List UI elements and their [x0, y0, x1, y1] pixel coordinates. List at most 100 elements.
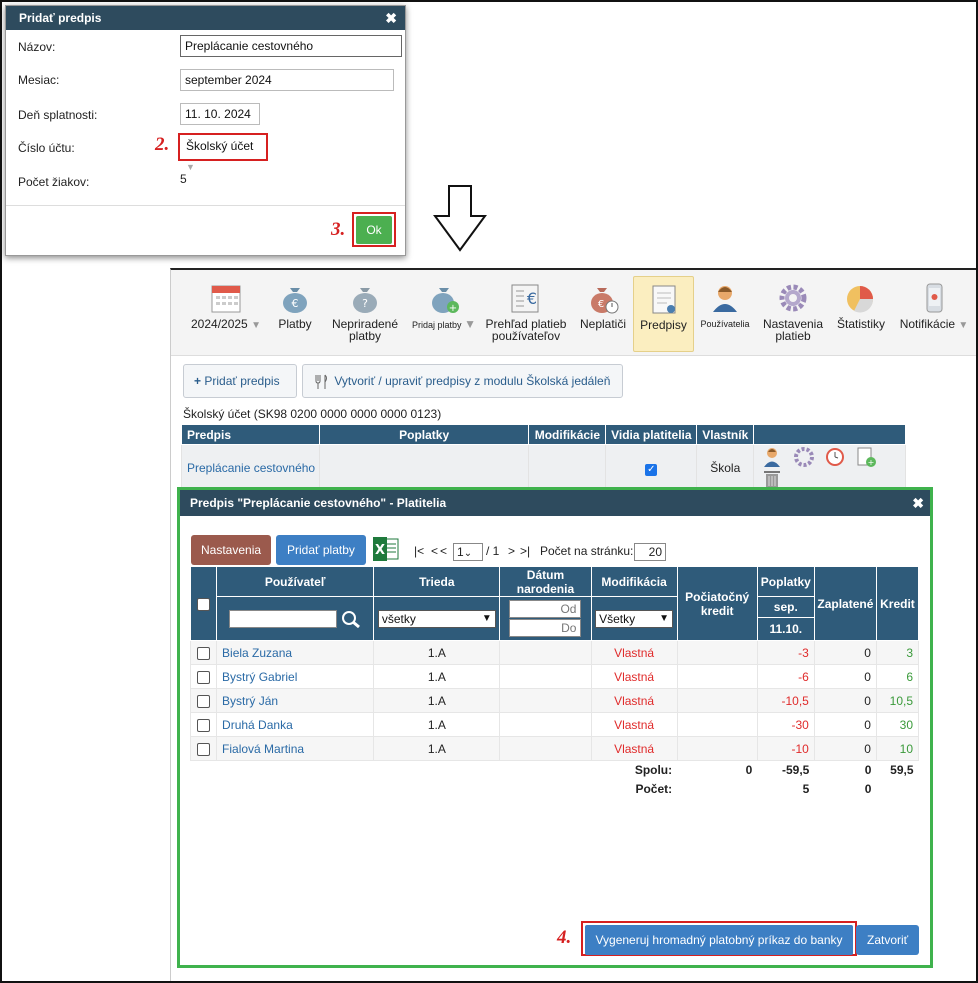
clock-icon[interactable] — [824, 446, 846, 468]
toolbar-overview[interactable]: € Prehľad platieb používateľov — [483, 276, 569, 352]
toolbar-unassigned[interactable]: ? Nepriradené platby — [325, 276, 405, 352]
step-2-annotation: 2. — [155, 134, 170, 155]
modification-filter-select[interactable]: Všetky ▼ — [595, 609, 674, 628]
user-link[interactable]: Bystrý Ján — [222, 694, 278, 708]
chevron-down-icon: ⌄ — [463, 548, 473, 559]
row-checkbox[interactable] — [197, 670, 211, 684]
due-date-label: Deň splatnosti: — [18, 108, 98, 122]
toolbar-payment-settings[interactable]: Nastavenia platieb — [761, 276, 825, 352]
user-link[interactable]: Druhá Danka — [222, 718, 293, 732]
pager-last[interactable]: >| — [520, 544, 530, 558]
toolbar-payments[interactable]: € Platby — [271, 276, 319, 352]
ok-button[interactable]: Ok — [356, 216, 392, 244]
owner-cell: Škola — [696, 444, 755, 492]
toolbar-notifications[interactable]: Notifikácie ▼ — [897, 276, 971, 352]
pager-next[interactable]: > — [508, 544, 515, 558]
document-icon — [652, 285, 675, 314]
fee-cell: -3 — [756, 640, 815, 665]
account-select[interactable]: Školský účet ▼ — [182, 136, 264, 172]
fee-cell: -10,5 — [756, 688, 815, 713]
account-select-value: Školský účet — [186, 139, 254, 153]
table-row: Fialová Martina 1.A Vlastná -10 0 10 — [189, 736, 920, 761]
svg-text:?: ? — [362, 297, 368, 310]
paid-cell: 0 — [813, 664, 877, 689]
date-from-input[interactable]: Od — [509, 600, 582, 618]
add-prescription-label: Pridať predpis — [204, 374, 280, 388]
pager-first[interactable]: |< — [414, 544, 424, 558]
payers-dialog: Predpis "Preplácanie cestovného" - Plati… — [177, 487, 933, 968]
toolbar-year[interactable]: 2024/2025 ▼ — [185, 276, 267, 352]
user-link[interactable]: Bystrý Gabriel — [222, 670, 297, 684]
close-icon[interactable]: ✖ — [912, 490, 924, 516]
close-button[interactable]: Zatvoriť — [856, 925, 920, 955]
dialog-divider — [6, 205, 405, 206]
chevron-down-icon: ▼ — [186, 162, 195, 172]
fee-cell: -30 — [756, 712, 815, 737]
calendar-icon — [211, 285, 241, 313]
modification-cell: Vlastná — [590, 664, 678, 689]
class-filter-select[interactable]: všetky ▼ — [377, 609, 496, 628]
select-all-checkbox[interactable] — [197, 597, 211, 611]
fee-cell: -6 — [756, 664, 815, 689]
user-link[interactable]: Fialová Martina — [222, 742, 304, 756]
main-toolbar: 2024/2025 ▼ € Platby ? Nepriradené platb… — [171, 270, 978, 356]
money-bag-question-icon: ? — [353, 288, 377, 313]
svg-text:€: € — [527, 289, 537, 308]
students-label: Počet žiakov: — [18, 175, 90, 189]
toolbar-statistics[interactable]: Štatistiky — [833, 276, 889, 352]
toolbar-payments-label: Platby — [278, 317, 312, 331]
add-payments-button[interactable]: Pridať platby — [276, 535, 366, 565]
per-page-input[interactable]: 20 — [634, 543, 666, 561]
col-actions — [753, 424, 906, 445]
due-date-input[interactable]: 11. 10. 2024 — [180, 103, 260, 125]
pager-prev-prev[interactable]: < — [431, 544, 438, 558]
table-row: Biela Zuzana 1.A Vlastná -3 0 3 — [189, 640, 920, 665]
month-input[interactable]: september 2024 — [180, 69, 394, 91]
row-checkbox[interactable] — [197, 646, 211, 660]
row-checkbox[interactable] — [197, 694, 211, 708]
excel-icon[interactable]: X — [372, 536, 400, 562]
prescription-link[interactable]: Preplácanie cestovného — [187, 461, 315, 475]
totals-initial: 0 — [677, 760, 758, 780]
pie-chart-icon — [847, 286, 874, 313]
totals-paid: 0 — [814, 760, 877, 780]
row-checkbox[interactable] — [197, 742, 211, 756]
toolbar-add-payments-label: Pridaj platby — [412, 320, 462, 330]
user-link[interactable]: Biela Zuzana — [222, 646, 292, 660]
counts-fee: 5 — [757, 779, 815, 799]
add-prescription-button[interactable]: + Pridať predpis — [183, 364, 297, 398]
name-input[interactable]: Preplácanie cestovného — [180, 35, 402, 57]
generate-bank-order-button[interactable]: Vygeneruj hromadný platobný príkaz do ba… — [585, 925, 853, 955]
visible-checkbox[interactable]: ✓ — [645, 463, 658, 476]
page-select[interactable]: 1⌄ — [453, 543, 483, 561]
col-user: Používateľ — [216, 566, 375, 597]
step-4-annotation: 4. — [557, 927, 572, 948]
toolbar-prescriptions[interactable]: Predpisy — [633, 276, 694, 352]
credit-cell: 10,5 — [875, 688, 920, 713]
prescriptions-table: Predpis Poplatky Modifikácie Vidia plati… — [181, 424, 906, 492]
col-class: Trieda — [373, 566, 501, 597]
modification-cell: Vlastná — [590, 688, 678, 713]
col-fees: Poplatky — [318, 424, 530, 445]
paid-cell: 0 — [813, 736, 877, 761]
toolbar-users[interactable]: Používatelia — [697, 276, 753, 352]
pager-prev[interactable]: < — [440, 544, 447, 558]
toolbar-nonpayers[interactable]: € Neplatiči — [575, 276, 631, 352]
user-filter-input[interactable] — [229, 609, 338, 628]
toolbar-notifications-label: Notifikácie — [899, 317, 956, 331]
step-3-annotation: 3. — [331, 219, 346, 240]
search-icon[interactable] — [341, 610, 361, 628]
add-document-icon[interactable]: + — [855, 446, 877, 468]
canteen-prescriptions-button[interactable]: Vytvoriť / upraviť predpisy z modulu Ško… — [302, 364, 623, 398]
toolbar-nonpayers-label: Neplatiči — [579, 317, 627, 331]
close-icon[interactable]: ✖ — [385, 6, 397, 30]
col-visible-to-payers: Vidia platitelia — [605, 424, 698, 445]
row-checkbox[interactable] — [197, 718, 211, 732]
table-row: Bystrý Ján 1.A Vlastná -10,5 0 10,5 — [189, 688, 920, 713]
user-icon[interactable] — [761, 446, 783, 468]
settings-button[interactable]: Nastavenia — [191, 535, 272, 565]
phone-icon — [926, 283, 943, 313]
date-to-input[interactable]: Do — [509, 619, 582, 637]
gear-icon[interactable] — [793, 446, 815, 468]
toolbar-add-payments[interactable]: + Pridaj platby ▼ — [409, 276, 479, 352]
